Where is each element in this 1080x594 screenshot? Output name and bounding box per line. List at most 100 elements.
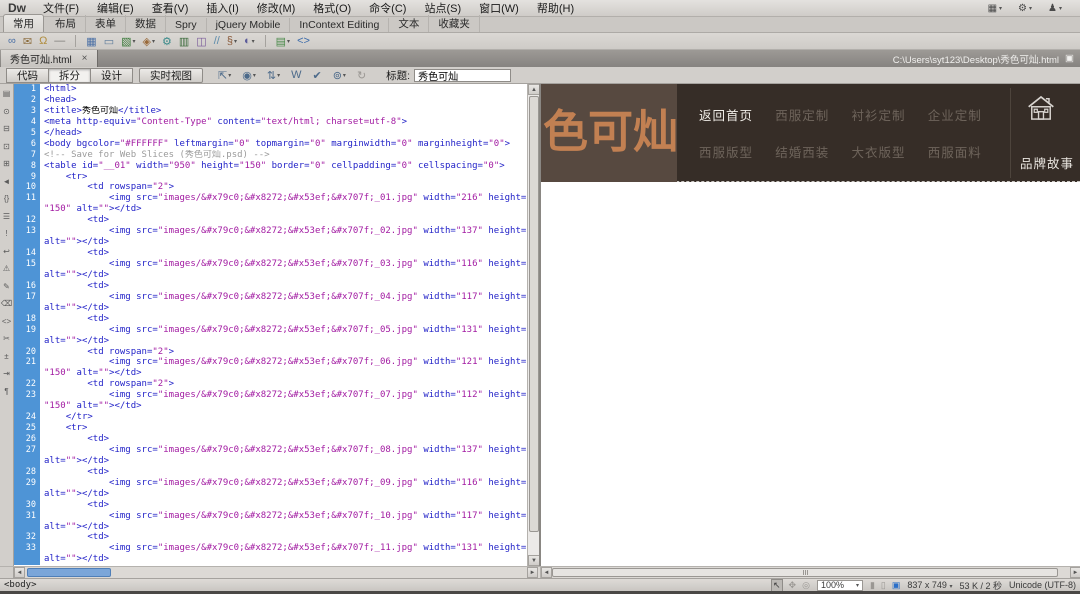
show-code-navigator-icon[interactable]: ⊙ [3, 107, 10, 116]
wrap-tag-icon[interactable]: <> [2, 317, 11, 326]
code-hscroll-thumb[interactable] [27, 568, 111, 577]
code-line[interactable]: 11 <img src="images/&#x79c0;&#x8272;&#x5… [14, 193, 527, 204]
workspace-switcher-icon[interactable]: ▦▾ [988, 3, 1002, 14]
image-icon[interactable]: ▧▾ [121, 34, 135, 49]
code-line[interactable]: 18 <td> [14, 314, 527, 325]
code-line[interactable]: alt=""></td> [14, 522, 527, 533]
nav-item[interactable]: 结婚西装 [775, 142, 851, 161]
document-tab[interactable]: 秀色可灿.html × [1, 50, 98, 67]
expand-all-icon[interactable]: ⊞ [3, 159, 10, 168]
insert-tab[interactable]: 文本 [389, 15, 429, 32]
code-line[interactable]: alt=""></td> [14, 237, 527, 248]
code-line[interactable]: 21 <img src="images/&#x79c0;&#x8272;&#x5… [14, 357, 527, 368]
menu-item[interactable]: 格式(O) [304, 3, 360, 15]
named-anchor-icon[interactable]: Ω [39, 34, 47, 49]
code-line[interactable]: 14 <td> [14, 248, 527, 259]
code-line[interactable]: 15 <img src="images/&#x79c0;&#x8272;&#x5… [14, 259, 527, 270]
code-line[interactable]: 22 <td rowspan="2"> [14, 379, 527, 390]
code-line[interactable]: "150" alt=""></td> [14, 368, 527, 379]
file-management-icon[interactable]: ⇅▾ [267, 68, 280, 83]
code-line[interactable]: 23 <img src="images/&#x79c0;&#x8272;&#x5… [14, 390, 527, 401]
script-icon[interactable]: §▾ [227, 34, 237, 49]
nav-item[interactable]: 西服面料 [928, 142, 1004, 161]
view-button-实时视图[interactable]: 实时视图 [139, 68, 203, 83]
highlight-invalid-code-icon[interactable]: ! [5, 229, 7, 238]
menu-item[interactable]: 插入(I) [197, 3, 247, 15]
insert-tab[interactable]: 收藏夹 [429, 15, 480, 32]
menu-item[interactable]: 编辑(E) [88, 3, 143, 15]
code-line[interactable]: "150" alt=""></td> [14, 401, 527, 412]
refresh-design-view-icon[interactable]: ↻ [357, 68, 366, 83]
design-horizontal-scrollbar[interactable]: ◄ ► [540, 567, 1080, 578]
site-user-icon[interactable]: ♟▾ [1048, 3, 1062, 14]
code-line[interactable]: 2<head> [14, 95, 527, 106]
code-line[interactable]: 26 <td> [14, 434, 527, 445]
insert-tab[interactable]: Spry [166, 18, 207, 32]
insert-tab[interactable]: 布局 [46, 15, 86, 32]
table-icon[interactable]: ▦ [86, 34, 96, 49]
code-line[interactable]: 29 <img src="images/&#x79c0;&#x8272;&#x5… [14, 478, 527, 489]
select-parent-tag-icon[interactable]: ◄ [3, 177, 11, 186]
code-line[interactable]: 16 <td> [14, 281, 527, 292]
nav-item[interactable]: 大衣版型 [852, 142, 928, 161]
code-scroll-right-icon[interactable]: ► [527, 567, 538, 578]
word-wrap-icon[interactable]: ↩ [3, 247, 10, 256]
menu-item[interactable]: 站点(S) [415, 3, 470, 15]
insert-tab[interactable]: InContext Editing [290, 18, 389, 32]
email-link-icon[interactable]: ✉ [23, 34, 32, 49]
indent-code-icon[interactable]: ⇥ [3, 369, 10, 378]
phone-size-icon[interactable]: ▮ [870, 580, 875, 591]
code-line[interactable]: 13 <img src="images/&#x79c0;&#x8272;&#x5… [14, 226, 527, 237]
code-line[interactable]: 6<body bgcolor="#FFFFFF" leftmargin="0" … [14, 139, 527, 150]
code-line[interactable]: 32 <td> [14, 532, 527, 543]
pointer-tool-icon[interactable]: ↖ [771, 579, 783, 592]
panel-toggle-icon[interactable]: ▣ [1065, 53, 1074, 64]
code-line[interactable]: 10 <td rowspan="2"> [14, 182, 527, 193]
code-line[interactable]: 25 <tr> [14, 423, 527, 434]
code-line[interactable]: 5</head> [14, 128, 527, 139]
window-size-select[interactable]: 837 x 749 ▾ [907, 580, 952, 590]
insert-div-icon[interactable]: ▭ [104, 34, 114, 49]
move-css-icon[interactable]: ± [4, 352, 8, 361]
code-line[interactable]: alt=""></td> [14, 303, 527, 314]
code-scroll-left-icon[interactable]: ◄ [14, 567, 25, 578]
format-source-icon[interactable]: ¶ [4, 387, 8, 396]
code-line[interactable]: 30 <td> [14, 500, 527, 511]
horizontal-rule-icon[interactable]: — [54, 34, 65, 49]
code-line[interactable]: 27 <img src="images/&#x79c0;&#x8272;&#x5… [14, 445, 527, 456]
comment-icon[interactable]: // [214, 34, 220, 49]
nav-item[interactable]: 衬衫定制 [852, 105, 928, 124]
code-line[interactable]: 19 <img src="images/&#x79c0;&#x8272;&#x5… [14, 325, 527, 336]
code-line[interactable]: 24 </tr> [14, 412, 527, 423]
zoom-tool-icon[interactable]: ◎ [802, 580, 810, 591]
menu-item[interactable]: 命令(C) [360, 3, 415, 15]
menu-item[interactable]: 文件(F) [34, 3, 88, 15]
line-numbers-icon[interactable]: ☰ [3, 212, 10, 221]
code-line[interactable]: alt=""></td> [14, 270, 527, 281]
insert-tab[interactable]: 表单 [86, 15, 126, 32]
apply-comment-icon[interactable]: ✎ [3, 282, 10, 291]
preview-in-browser-icon[interactable]: ◉▾ [242, 68, 256, 83]
menu-item[interactable]: 查看(V) [143, 3, 198, 15]
tag-chooser-icon[interactable]: <> [297, 34, 310, 49]
code-line[interactable]: 31 <img src="images/&#x79c0;&#x8272;&#x5… [14, 511, 527, 522]
balance-braces-icon[interactable]: {} [4, 194, 9, 203]
tag-selector[interactable]: <body> [0, 580, 37, 590]
design-view[interactable]: 色可灿 返回首页西服定制衬衫定制企业定制西服版型结婚西装大衣版型西服面料 品牌故… [541, 84, 1080, 566]
insert-tab[interactable]: 常用 [3, 14, 44, 32]
insert-tab[interactable]: jQuery Mobile [207, 18, 291, 32]
server-include-icon[interactable]: ◫ [196, 34, 206, 49]
code-line[interactable]: 8<table id="__01" width="950" height="15… [14, 161, 527, 172]
code-vertical-scrollbar[interactable]: ▲ ▼ [527, 84, 539, 566]
design-hscroll-thumb[interactable] [552, 568, 1058, 577]
gear-icon[interactable]: ⚙▾ [1018, 3, 1032, 14]
menu-item[interactable]: 窗口(W) [470, 3, 528, 15]
code-line[interactable]: 3<title>秀色可灿</title> [14, 106, 527, 117]
nav-item[interactable]: 返回首页 [699, 105, 775, 124]
head-icon[interactable]: ◐▾ [244, 34, 255, 49]
code-line[interactable]: "150" alt=""></td> [14, 204, 527, 215]
code-line[interactable]: 33 <img src="images/&#x79c0;&#x8272;&#x5… [14, 543, 527, 554]
view-button-拆分[interactable]: 拆分 [48, 68, 91, 83]
view-button-代码[interactable]: 代码 [6, 68, 49, 83]
date-icon[interactable]: ▥ [179, 34, 189, 49]
